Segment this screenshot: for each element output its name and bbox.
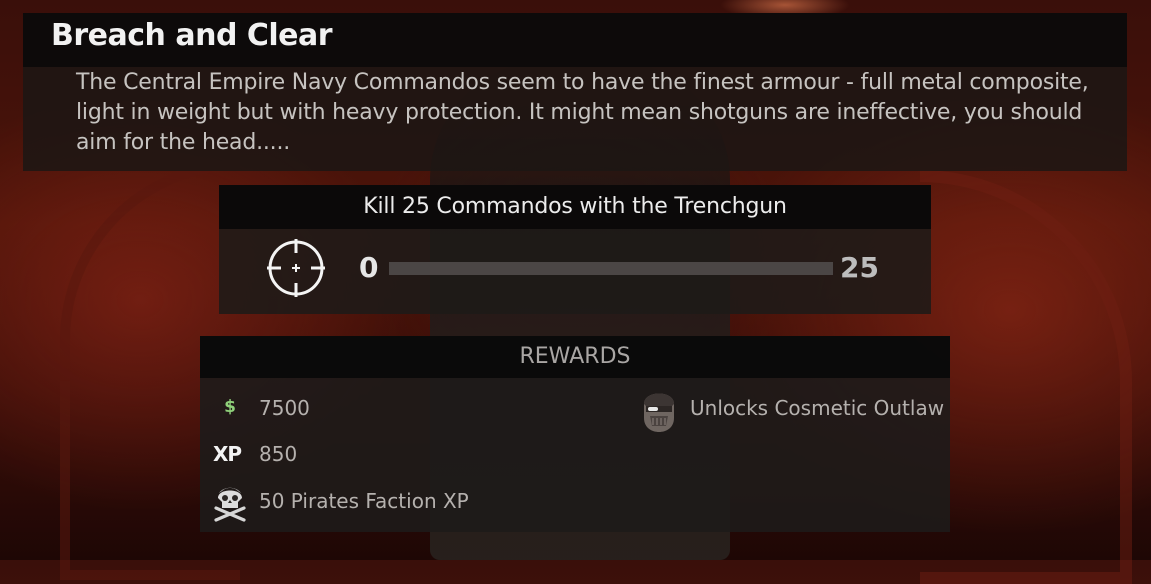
xp-reward-value: 850 [259, 442, 298, 466]
faction-reward-text: 50 Pirates Faction XP [259, 489, 469, 513]
progress-target: 25 [840, 251, 879, 284]
mission-description: The Central Empire Navy Commandos seem t… [76, 70, 1089, 155]
progress-current: 0 [359, 251, 379, 284]
rewards-header: REWARDS [200, 336, 950, 378]
mission-header-panel: Breach and Clear The Central Empire Navy… [23, 13, 1127, 171]
progress-bar [389, 262, 833, 275]
money-reward-value: 7500 [259, 396, 310, 420]
rewards-title: REWARDS [519, 344, 631, 369]
objective-header: Kill 25 Commandos with the Trenchgun [219, 185, 931, 229]
dollar-icon: $ [224, 397, 236, 417]
xp-icon: XP [213, 442, 242, 466]
objective-panel: Kill 25 Commandos with the Trenchgun [219, 185, 931, 314]
mission-title-bar: Breach and Clear [23, 13, 1127, 67]
mission-title: Breach and Clear [51, 18, 333, 53]
background-arch-right [920, 170, 1132, 584]
pirate-skull-icon [214, 487, 246, 522]
cosmetic-reward-text: Unlocks Cosmetic Outlaw [690, 396, 945, 420]
crosshair-icon [267, 239, 325, 297]
objective-text: Kill 25 Commandos with the Trenchgun [363, 194, 787, 219]
outlaw-mask-icon [644, 393, 674, 432]
